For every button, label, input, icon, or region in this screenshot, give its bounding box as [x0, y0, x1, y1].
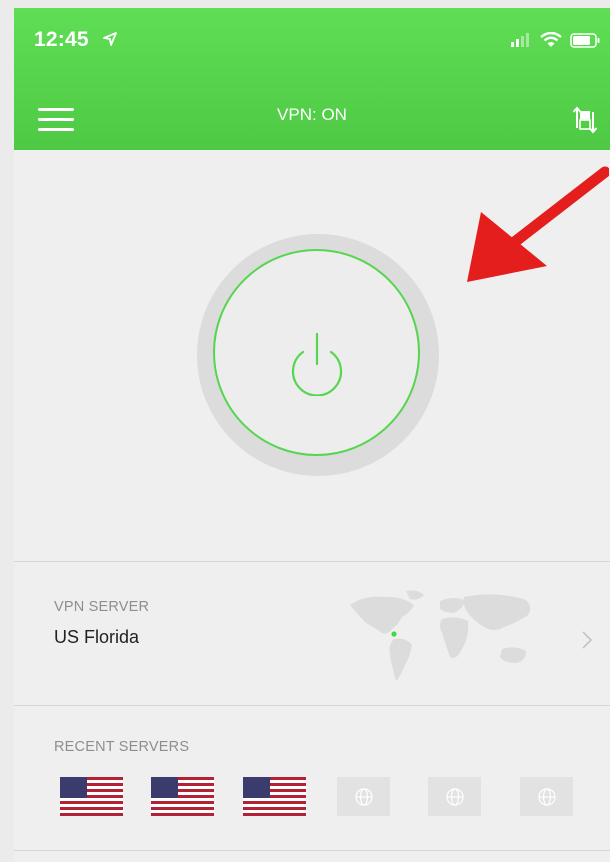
globe-icon	[354, 787, 373, 806]
recent-servers-label: RECENT SERVERS	[54, 739, 190, 755]
battery-icon	[570, 32, 600, 48]
switch-servers-icon[interactable]	[572, 106, 598, 134]
app-header: 12:45 VPN: ON	[14, 8, 610, 150]
vpn-server-row[interactable]: VPN SERVER US Florida	[14, 561, 610, 705]
location-arrow-icon	[103, 32, 117, 46]
recent-server-empty-2[interactable]	[428, 777, 481, 816]
vpn-server-label: VPN SERVER	[54, 599, 150, 615]
vpn-server-name: US Florida	[54, 627, 140, 647]
red-annotation-arrow	[467, 166, 609, 282]
globe-icon	[445, 787, 464, 806]
globe-icon	[537, 787, 556, 806]
chevron-right-icon	[582, 631, 592, 649]
status-time: 12:45	[34, 28, 89, 51]
signal-icon	[511, 33, 529, 47]
status-icons	[510, 32, 600, 48]
wifi-icon	[540, 32, 562, 47]
recent-server-empty-1[interactable]	[337, 777, 390, 816]
recent-server-us-flag-3[interactable]	[243, 777, 306, 816]
vpn-status-title: VPN: ON	[277, 105, 347, 124]
divider-middle	[14, 705, 610, 706]
power-icon	[291, 332, 343, 396]
recent-server-us-flag-2[interactable]	[151, 777, 214, 816]
divider-bottom	[14, 850, 610, 851]
recent-server-us-flag-1[interactable]	[60, 777, 123, 816]
recent-server-empty-3[interactable]	[520, 777, 573, 816]
app-screen: 12:45 VPN: ON VPN SERVER US Florida RECE…	[14, 8, 610, 862]
world-map-icon	[350, 590, 531, 681]
